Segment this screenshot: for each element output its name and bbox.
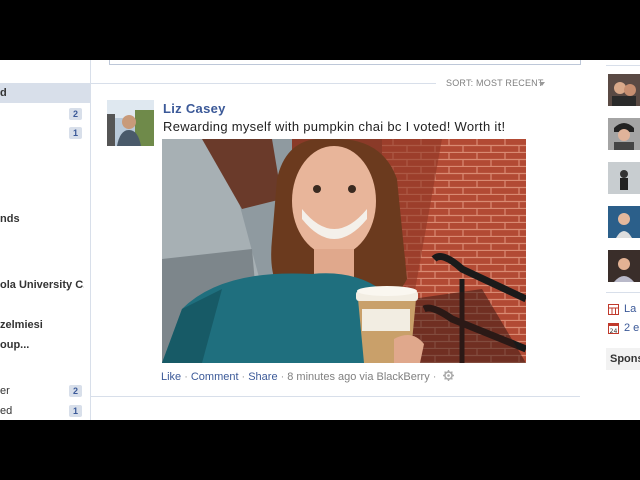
divider <box>91 83 436 84</box>
friend-thumbnail[interactable] <box>608 74 640 106</box>
right-link-label: 2 e <box>624 322 640 335</box>
facebook-window: d 2 1 nds ola University C... zelmiesi o… <box>0 60 640 420</box>
composer-box[interactable] <box>109 60 581 65</box>
count-badge: 1 <box>68 405 82 417</box>
separator: · <box>241 370 246 383</box>
sidebar-item-label: zelmiesi <box>0 319 43 331</box>
friend-thumbnail[interactable] <box>608 206 640 238</box>
calendar-grid-icon <box>608 303 619 315</box>
letterbox-top <box>0 0 640 60</box>
sidebar-item-friends[interactable]: nds <box>0 209 90 229</box>
gear-icon[interactable] <box>443 370 455 384</box>
friend-thumbnail[interactable] <box>608 250 640 282</box>
separator: · <box>432 370 437 383</box>
divider <box>606 292 640 293</box>
count-badge: 1 <box>68 127 82 139</box>
like-link[interactable]: Like <box>161 371 181 383</box>
friend-thumbnail[interactable] <box>608 118 640 150</box>
count-badge: 2 <box>68 108 82 120</box>
story-author[interactable]: Liz Casey <box>163 101 226 116</box>
right-link-events[interactable]: La <box>608 303 636 315</box>
comment-link[interactable]: Comment <box>191 371 239 383</box>
sponsored-header: Spons <box>606 348 640 370</box>
story-photo[interactable] <box>162 139 526 363</box>
sidebar-item-group[interactable]: oup... <box>0 335 90 355</box>
story-actions: Like · Comment · Share · 8 minutes ago via Bla… <box>161 370 455 384</box>
letterbox-bottom <box>0 420 640 480</box>
story-status-text: Rewarding myself with pumpkin chai bc I … <box>163 119 506 134</box>
share-link[interactable]: Share <box>248 371 277 383</box>
count-badge: 2 <box>68 385 82 397</box>
sidebar-item-label: d <box>0 87 7 99</box>
chevron-down-icon[interactable] <box>539 82 545 86</box>
sidebar-item-news-feed[interactable]: d <box>0 83 90 103</box>
sidebar-item-group-zelmiesi[interactable]: zelmiesi <box>0 315 90 335</box>
separator: · <box>280 370 285 383</box>
sort-row: SORT: MOST RECENT <box>91 78 580 90</box>
sidebar-item-feed[interactable]: ed 1 <box>0 401 90 420</box>
sidebar-item-label: oup... <box>0 339 30 351</box>
calendar-date-icon: 24 <box>608 322 619 335</box>
news-feed: SORT: MOST RECENT Liz Casey Rewarding my… <box>91 60 581 420</box>
right-link-label: La <box>624 303 637 316</box>
sort-dropdown[interactable]: SORT: MOST RECENT <box>446 78 544 88</box>
separator: · <box>184 370 188 383</box>
sidebar-item-university-group[interactable]: ola University C... <box>0 275 90 295</box>
right-link-birthdays[interactable]: 24 2 e <box>608 322 640 335</box>
sidebar-item-label: ola University C... <box>0 279 84 291</box>
sidebar-item-app[interactable]: er 2 <box>0 381 90 401</box>
divider <box>606 65 640 66</box>
sidebar-item-label: nds <box>0 213 20 225</box>
svg-text:24: 24 <box>610 328 618 334</box>
avatar[interactable] <box>107 100 154 146</box>
sidebar-item-messages[interactable]: 2 <box>0 104 90 124</box>
story-timestamp[interactable]: 8 minutes ago via BlackBerry <box>287 371 429 383</box>
friend-thumbnail[interactable] <box>608 162 640 194</box>
divider <box>91 396 580 397</box>
right-column: La 24 2 e Spons <box>598 60 640 420</box>
sidebar-item-events[interactable]: 1 <box>0 123 90 143</box>
left-sidebar: d 2 1 nds ola University C... zelmiesi o… <box>0 60 91 420</box>
